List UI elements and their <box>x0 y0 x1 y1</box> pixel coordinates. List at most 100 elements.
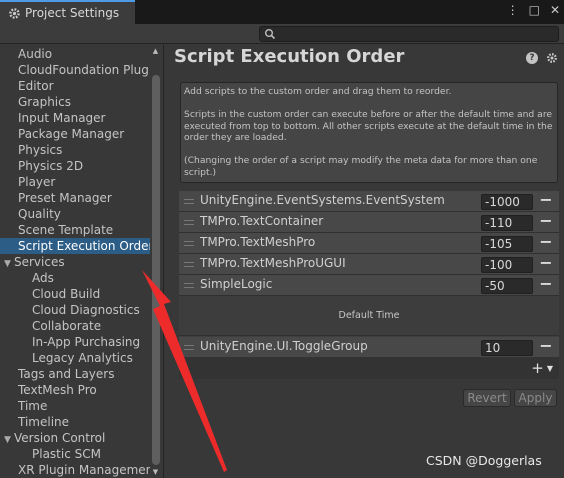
sidebar-item[interactable]: Scene Template <box>0 222 150 238</box>
remove-script-button[interactable]: − <box>538 192 554 210</box>
sidebar-item-label: Quality <box>18 207 61 221</box>
sidebar-item-label: Player <box>18 175 56 189</box>
description-line: Scripts in the custom order can execute … <box>184 109 553 143</box>
remove-script-button[interactable]: − <box>538 255 554 273</box>
sidebar-item[interactable]: Physics <box>0 142 150 158</box>
sidebar-item[interactable]: CloudFoundation Plugin <box>0 62 150 78</box>
sidebar-item-label: Plastic SCM <box>32 447 101 461</box>
gear-icon[interactable] <box>546 52 558 64</box>
sidebar-item-label: Services <box>14 255 65 269</box>
sidebar-item-label: XR Plugin Management <box>18 463 150 477</box>
script-row[interactable]: UnityEngine.EventSystems.EventSystem -100… <box>179 191 559 212</box>
sidebar-item-label: Input Manager <box>18 111 106 125</box>
help-description-box: Add scripts to the custom order and drag… <box>180 82 558 183</box>
drag-handle-icon[interactable] <box>184 220 194 225</box>
execution-order-field[interactable]: -1000 <box>481 194 533 210</box>
window-tab-bar: Project Settings ⋮ □ ✕ <box>0 0 564 24</box>
script-order-list: Default Time UnityEngine.EventSystems.Ev… <box>179 191 559 379</box>
search-box[interactable] <box>259 26 559 42</box>
sidebar-item-label: Audio <box>18 47 53 61</box>
expand-arrow-icon[interactable]: ▼ <box>4 256 14 270</box>
sidebar-item[interactable]: In-App Purchasing <box>0 334 150 350</box>
expand-arrow-icon[interactable]: ▼ <box>4 432 14 446</box>
sidebar-item-label: Cloud Diagnostics <box>32 303 140 317</box>
list-footer: + ▼ <box>179 357 559 379</box>
sidebar-item[interactable]: Physics 2D <box>0 158 150 174</box>
sidebar-item[interactable]: Time <box>0 398 150 414</box>
annotation-arrow <box>142 270 227 472</box>
revert-button[interactable]: Revert <box>463 389 511 407</box>
description-line: (Changing the order of a script may modi… <box>184 155 538 178</box>
script-name: TMPro.TextContainer <box>200 214 324 228</box>
sidebar-item[interactable]: TextMesh Pro <box>0 382 150 398</box>
sidebar-item[interactable]: Ads <box>0 270 150 286</box>
remove-script-button[interactable]: − <box>538 338 554 356</box>
page-title: Script Execution Order <box>174 46 405 67</box>
sidebar-item-label: Collaborate <box>32 319 102 333</box>
sidebar-item-label: TextMesh Pro <box>18 383 97 397</box>
sidebar-item-label: CloudFoundation Plugin <box>18 63 150 77</box>
sidebar-item[interactable]: Timeline <box>0 414 150 430</box>
search-row <box>0 24 564 44</box>
scroll-up-icon[interactable]: ▲ <box>151 47 160 56</box>
script-row[interactable]: TMPro.TextMeshProUGUI -100− <box>179 254 559 275</box>
sidebar-item[interactable]: Collaborate <box>0 318 150 334</box>
sidebar-item[interactable]: Cloud Build <box>0 286 150 302</box>
sidebar-item[interactable]: Preset Manager <box>0 190 150 206</box>
sidebar-item[interactable]: Tags and Layers <box>0 366 150 382</box>
project-settings-tab[interactable]: Project Settings <box>0 0 135 24</box>
plus-icon: + <box>531 359 544 377</box>
drag-handle-icon[interactable] <box>184 199 194 204</box>
sidebar-item-label: Ads <box>32 271 54 285</box>
drag-handle-icon[interactable] <box>184 241 194 246</box>
gear-icon <box>9 7 20 19</box>
execution-order-field[interactable]: -105 <box>481 236 533 252</box>
remove-script-button[interactable]: − <box>538 234 554 252</box>
script-row[interactable]: SimpleLogic -50− <box>179 275 559 296</box>
remove-script-button[interactable]: − <box>538 276 554 294</box>
sidebar-item[interactable]: XR Plugin Management <box>0 462 150 478</box>
sidebar-item[interactable]: Editor <box>0 78 150 94</box>
search-icon <box>265 29 276 40</box>
script-row[interactable]: UnityEngine.UI.ToggleGroup 10− <box>179 337 559 358</box>
tab-title: Project Settings <box>25 6 120 20</box>
sidebar-item[interactable]: Legacy Analytics <box>0 350 150 366</box>
maximize-icon[interactable]: □ <box>529 3 540 17</box>
script-row[interactable]: TMPro.TextMeshPro -105− <box>179 233 559 254</box>
execution-order-field[interactable]: -50 <box>481 278 533 294</box>
sidebar-item[interactable]: Input Manager <box>0 110 150 126</box>
sidebar-item[interactable]: Quality <box>0 206 150 222</box>
sidebar-item-label: Physics <box>18 143 63 157</box>
sidebar-item-label: Preset Manager <box>18 191 112 205</box>
sidebar-item[interactable]: Graphics <box>0 94 150 110</box>
sidebar-item-label: Package Manager <box>18 127 125 141</box>
more-vert-icon[interactable]: ⋮ <box>507 3 519 17</box>
help-icon[interactable]: ? <box>526 52 538 64</box>
sidebar-item[interactable]: ▼ Services <box>0 254 150 270</box>
sidebar-item-label: Timeline <box>18 415 70 429</box>
sidebar-item-label: Cloud Build <box>32 287 101 301</box>
sidebar-item-label: Tags and Layers <box>18 367 115 381</box>
close-icon[interactable]: ✕ <box>550 3 560 17</box>
sidebar-item-label: Legacy Analytics <box>32 351 133 365</box>
add-script-button[interactable]: + ▼ <box>531 359 553 377</box>
execution-order-field[interactable]: -110 <box>481 215 533 231</box>
sidebar-item[interactable]: Cloud Diagnostics <box>0 302 150 318</box>
search-input[interactable] <box>278 27 554 41</box>
remove-script-button[interactable]: − <box>538 213 554 231</box>
script-name: UnityEngine.EventSystems.EventSystem <box>200 193 445 207</box>
execution-order-field[interactable]: 10 <box>481 340 533 356</box>
sidebar-item[interactable]: Plastic SCM <box>0 446 150 462</box>
sidebar-item-label: In-App Purchasing <box>32 335 141 349</box>
sidebar-item-label: Graphics <box>18 95 71 109</box>
execution-order-field[interactable]: -100 <box>481 257 533 273</box>
apply-button[interactable]: Apply <box>514 389 557 407</box>
watermark-text: CSDN @Doggerlas <box>426 453 542 468</box>
sidebar-item[interactable]: Script Execution Order <box>0 238 150 254</box>
sidebar-item[interactable]: Package Manager <box>0 126 150 142</box>
sidebar-item[interactable]: ▼ Version Control <box>0 430 150 446</box>
sidebar-item[interactable]: Audio <box>0 46 150 62</box>
sidebar-item[interactable]: Player <box>0 174 150 190</box>
sidebar-item-label: Scene Template <box>18 223 114 237</box>
script-row[interactable]: TMPro.TextContainer -110− <box>179 212 559 233</box>
